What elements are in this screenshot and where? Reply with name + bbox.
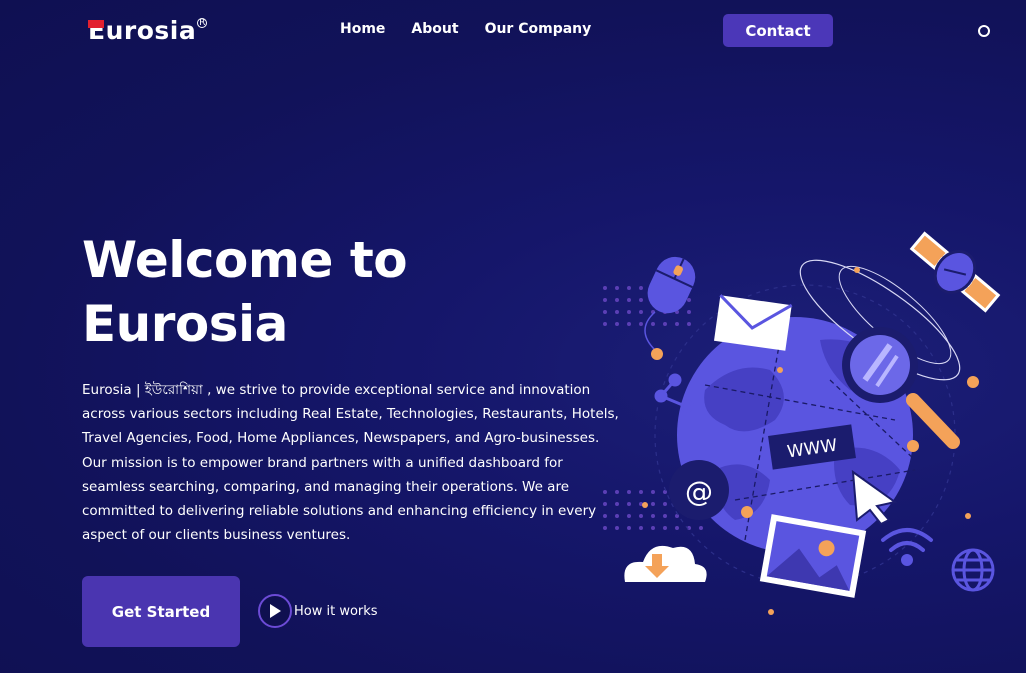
play-icon[interactable] [258, 594, 292, 628]
mouse-cable [644, 311, 656, 351]
logo-flag [88, 20, 104, 28]
hero-title-line2: Eurosia [82, 295, 288, 353]
registered-mark: R [197, 18, 208, 28]
hero-title-line1: Welcome to [82, 231, 408, 289]
mouse-icon [647, 256, 696, 314]
circle-icon[interactable] [978, 25, 990, 37]
main-nav: Home About Our Company [340, 20, 591, 38]
hero-description: Eurosia | ইউরোশিয়া , we strive to provi… [82, 382, 619, 544]
get-started-button[interactable]: Get Started [82, 576, 240, 647]
landing-page: Eurosia R Home About Our Company Contact… [0, 0, 1026, 673]
hero-title: Welcome to Eurosia [82, 228, 542, 356]
cloud-download-icon [624, 545, 707, 582]
web-icon [951, 548, 995, 592]
how-it-works-link[interactable]: How it works [258, 594, 378, 628]
how-it-works-label: How it works [294, 603, 378, 619]
logo[interactable]: Eurosia R [88, 16, 208, 46]
at-icon: @ [685, 475, 713, 508]
nav-our-company[interactable]: Our Company [485, 20, 592, 38]
contact-button[interactable]: Contact [723, 14, 833, 47]
nav-home[interactable]: Home [340, 20, 385, 38]
logo-text: Eurosia [88, 16, 196, 46]
logo-wordmark: Eurosia [88, 16, 197, 45]
network-globe-illustration: WWW @ [603, 231, 1001, 615]
satellite-icon [909, 231, 1001, 313]
nav-about[interactable]: About [411, 20, 458, 38]
